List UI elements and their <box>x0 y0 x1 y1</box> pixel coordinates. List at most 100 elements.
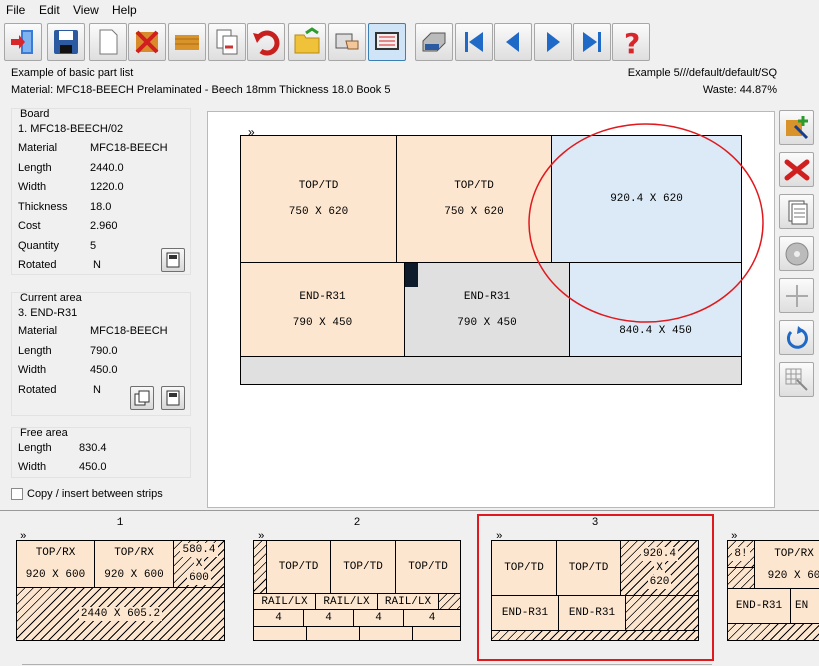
copy-checkbox-label: Copy / insert between strips <box>27 488 163 500</box>
board-label-material: Material <box>18 142 58 154</box>
board-value-rotated: N <box>93 259 101 271</box>
current-label-rotated: Rotated <box>18 384 57 396</box>
delete-part-button[interactable] <box>779 152 814 187</box>
delete-icon <box>784 159 809 180</box>
thumb-number: 2 <box>353 517 361 529</box>
piece-end-r31-1[interactable]: END-R31 790 X 450 <box>240 262 405 357</box>
current-value-length: 790.0 <box>90 345 118 357</box>
previous-icon <box>506 32 519 52</box>
thumb-piece: END-R31 <box>727 588 791 624</box>
saw-button[interactable] <box>779 236 814 271</box>
highlight-circle <box>528 123 764 323</box>
thumb-board-4[interactable]: 8! TOP/RX 920 X 60 END-R31 EN <box>727 540 819 641</box>
undo-icon <box>253 30 280 56</box>
thumb-piece: RAIL/LX <box>253 593 316 610</box>
thumb-free-area <box>727 567 755 589</box>
thumb-free-area: 920.4 X 620 <box>620 540 699 596</box>
menu-file[interactable]: File <box>6 3 25 17</box>
delete-board-icon <box>135 30 159 54</box>
last-icon <box>583 32 601 52</box>
free-area-title: Free area <box>20 427 68 439</box>
current-copy-button[interactable] <box>130 386 154 410</box>
board-thumbnails: 1 » TOP/RX 920 X 600 TOP/RX 920 X 600 580.… <box>0 510 819 666</box>
help-button[interactable]: ? <box>612 23 650 61</box>
save-icon <box>54 30 78 54</box>
add-part-button[interactable] <box>779 110 814 145</box>
piece-label: TOP/TD <box>454 180 494 192</box>
tools-sidebar <box>778 110 816 406</box>
thumb-piece: TOP/TD <box>395 540 461 594</box>
printer-icon <box>422 32 446 52</box>
waste-label: Waste: 44.87% <box>702 84 777 96</box>
last-button[interactable] <box>573 23 611 61</box>
project-path: Example 5///default/default/SQ <box>627 67 777 79</box>
thumb-free-area <box>438 593 461 610</box>
list-button[interactable] <box>779 194 814 229</box>
print-button[interactable] <box>415 23 453 61</box>
current-label-length: Length <box>18 345 52 357</box>
thumb-free-area <box>625 595 699 631</box>
thumb-piece: 4 <box>303 609 354 627</box>
first-button[interactable] <box>455 23 493 61</box>
save-button[interactable] <box>47 23 85 61</box>
board-notes-button[interactable] <box>161 248 185 272</box>
new-icon <box>99 29 118 55</box>
move-button[interactable] <box>779 278 814 313</box>
parts-list-title: Example of basic part list <box>11 67 134 79</box>
display-button[interactable] <box>368 23 406 61</box>
board-label-thickness: Thickness <box>18 201 68 213</box>
free-label-length: Length <box>18 442 52 454</box>
previous-button[interactable] <box>494 23 532 61</box>
thumb-free-area <box>491 630 699 641</box>
current-notes-button[interactable] <box>161 386 185 410</box>
thumb-piece: TOP/TD <box>491 540 557 596</box>
next-button[interactable] <box>534 23 572 61</box>
open-button[interactable] <box>288 23 326 61</box>
board-label-quantity: Quantity <box>18 240 59 252</box>
menu-help[interactable]: Help <box>112 3 137 17</box>
board-label-cost: Cost <box>18 220 41 232</box>
piece-label: END-R31 <box>299 290 346 303</box>
thumb-board-3[interactable]: TOP/TD TOP/TD 920.4 X 620 END-R31 END-R31 <box>491 540 699 641</box>
board-button[interactable] <box>168 23 206 61</box>
piece-top-td-1[interactable]: TOP/TD 750 X 620 <box>240 135 397 263</box>
board-value-width: 1220.0 <box>90 181 124 193</box>
piece-size: 750 X 620 <box>288 206 349 218</box>
menu-edit[interactable]: Edit <box>39 3 60 17</box>
copy-checkbox[interactable] <box>11 488 23 500</box>
first-icon <box>465 32 483 52</box>
board-group-title: Board <box>20 108 50 120</box>
board-value-length: 2440.0 <box>90 162 124 174</box>
grid-button[interactable] <box>779 362 814 397</box>
cutting-layout-canvas[interactable]: » TOP/TD 750 X 620 TOP/TD 750 X 620 920.… <box>207 111 775 508</box>
help-icon: ? <box>624 27 640 57</box>
thumb-board-2[interactable]: TOP/TD TOP/TD TOP/TD RAIL/LX RAIL/LX RAI… <box>253 540 461 641</box>
thumb-free-area: 8! <box>727 540 755 568</box>
copy-icon <box>216 29 238 55</box>
piece-label: TOP/TD <box>298 180 339 192</box>
thumb-board-1[interactable]: TOP/RX 920 X 600 TOP/RX 920 X 600 580.4 X 60… <box>16 540 225 641</box>
thumb-piece <box>359 626 413 641</box>
undo-button[interactable] <box>247 23 285 61</box>
copy-button[interactable] <box>208 23 246 61</box>
exit-icon <box>11 30 33 54</box>
piece-size: 790 X 450 <box>457 316 517 329</box>
add-part-icon <box>785 115 808 139</box>
menu-view[interactable]: View <box>73 3 99 17</box>
rotate-icon <box>786 325 808 349</box>
rotate-button[interactable] <box>779 320 814 355</box>
hand-button[interactable] <box>328 23 366 61</box>
thumb-piece: RAIL/LX <box>315 593 378 610</box>
delete-board-button[interactable] <box>128 23 166 61</box>
current-value-width: 450.0 <box>90 364 118 376</box>
free-value-length: 830.4 <box>79 442 107 454</box>
thumb-piece: 4 <box>403 609 461 627</box>
toolbar: ? <box>0 19 819 65</box>
grid-cursor-icon <box>785 368 808 391</box>
new-button[interactable] <box>89 23 127 61</box>
exit-button[interactable] <box>4 23 42 61</box>
free-label-width: Width <box>18 461 47 473</box>
board-icon <box>175 35 199 50</box>
display-icon <box>375 32 399 50</box>
current-area-group: Current area 3. END-R31 Material MFC18-B… <box>11 292 191 416</box>
